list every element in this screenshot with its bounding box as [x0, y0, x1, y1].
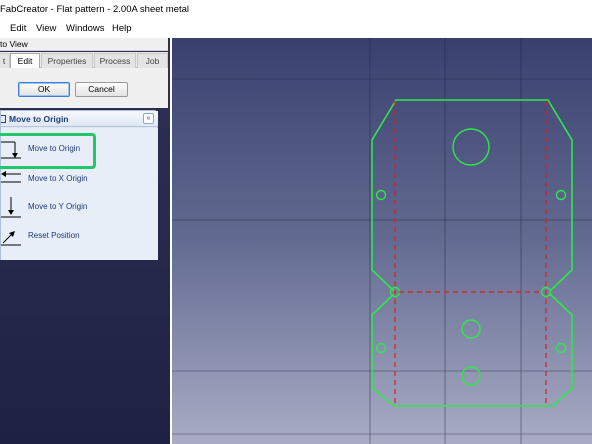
- action-move-to-y-origin[interactable]: Move to Y Origin: [1, 196, 151, 220]
- selected-action-highlight: [0, 133, 96, 169]
- taskbox-title: Move to Origin: [9, 114, 69, 124]
- part-outline: [371, 99, 573, 407]
- action-label: Move to Y Origin: [28, 202, 88, 211]
- tab-process[interactable]: Process: [94, 53, 136, 68]
- menu-view[interactable]: View: [36, 23, 56, 34]
- action-move-to-x-origin[interactable]: Move to X Origin: [1, 168, 151, 192]
- menu-help[interactable]: Help: [112, 23, 132, 34]
- viewport-grid: [172, 38, 592, 444]
- panel-tab-bar: t Edit Properties Process Job: [0, 52, 168, 69]
- tab-properties[interactable]: Properties: [41, 53, 93, 68]
- taskbox-header-icon: [1, 115, 6, 123]
- action-label: Reset Position: [28, 231, 80, 240]
- menu-bar: Edit View Windows Help: [0, 20, 592, 38]
- bend-lines: [394, 101, 547, 405]
- cancel-button[interactable]: Cancel: [75, 82, 128, 97]
- collapse-icon[interactable]: «: [143, 113, 154, 124]
- ok-button[interactable]: OK: [18, 82, 70, 97]
- tab-job[interactable]: Job: [137, 53, 168, 68]
- flat-pattern-drawing: [172, 38, 592, 444]
- tab-partial[interactable]: t: [0, 53, 10, 68]
- taskbox-header[interactable]: Move to Origin «: [1, 111, 158, 127]
- menu-edit[interactable]: Edit: [10, 23, 26, 34]
- action-reset-position[interactable]: Reset Position: [1, 225, 151, 249]
- reset-position-icon: [1, 231, 21, 246]
- move-to-y-origin-icon: [1, 197, 21, 218]
- menu-windows[interactable]: Windows: [66, 23, 105, 34]
- flat-pattern-viewport[interactable]: [172, 38, 592, 444]
- action-label: Move to X Origin: [28, 174, 88, 183]
- panel-header-label: to View: [0, 39, 28, 49]
- title-bar: FabCreator - Flat pattern - 2.00A sheet …: [0, 0, 592, 20]
- window-title: FabCreator - Flat pattern - 2.00A sheet …: [0, 4, 190, 15]
- panel-header: to View: [0, 38, 168, 51]
- dialog-button-area: OK Cancel: [0, 68, 168, 108]
- part-holes: [375, 128, 567, 386]
- move-to-x-origin-icon: [1, 171, 21, 183]
- tab-edit[interactable]: Edit: [10, 53, 40, 69]
